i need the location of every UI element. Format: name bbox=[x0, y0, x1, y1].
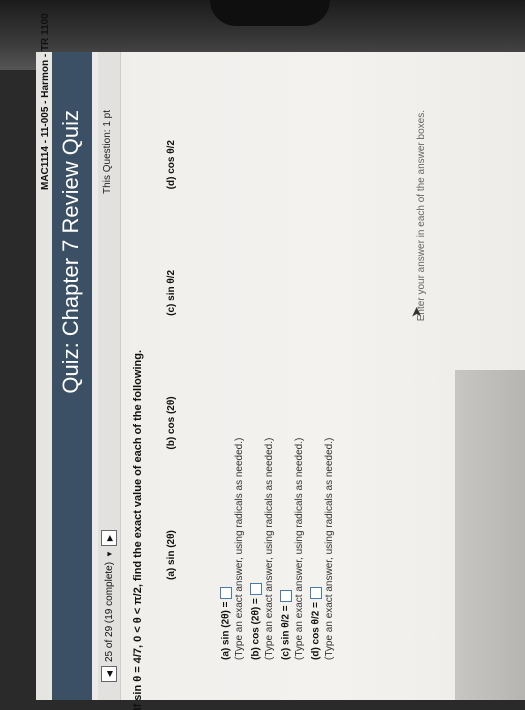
answer-b-row: (b) cos (2θ) = bbox=[250, 583, 262, 660]
answer-d-hint: (Type an exact answer, using radicals as… bbox=[324, 437, 335, 660]
answer-c-input[interactable] bbox=[280, 590, 292, 603]
answer-b-hint: (Type an exact answer, using radicals as… bbox=[264, 437, 275, 660]
question-points: This Question: 1 pt bbox=[102, 110, 113, 194]
quiz-page: MAC1114 - 11-005 - Harmon - TR 1100 Quiz… bbox=[36, 13, 525, 710]
answer-b-input[interactable] bbox=[250, 583, 262, 596]
answer-c-hint: (Type an exact answer, using radicals as… bbox=[294, 437, 305, 660]
answer-b-label: (b) cos (2θ) = bbox=[250, 598, 262, 660]
answer-a-input[interactable] bbox=[220, 586, 232, 599]
answer-a-label: (a) sin (2θ) = bbox=[220, 601, 232, 660]
triangle-left-icon[interactable]: ◀ bbox=[101, 666, 117, 682]
answer-d-label: (d) cos θ/2 = bbox=[310, 602, 322, 660]
course-header: MAC1114 - 11-005 - Harmon - TR 1100 bbox=[36, 13, 51, 690]
question-text: If sin θ = 4/7, 0 < θ < π/2, find the ex… bbox=[132, 350, 144, 710]
answer-d-input[interactable] bbox=[310, 587, 322, 600]
question-bar: This Question: 1 pt ◀ 25 of 29 (19 compl… bbox=[98, 52, 121, 700]
keyboard-edge bbox=[210, 0, 330, 26]
part-a-label: (a) sin (2θ) bbox=[166, 530, 177, 580]
question-parts: (a) sin (2θ) (b) cos (2θ) (c) sin θ/2 (d… bbox=[166, 140, 186, 580]
question-navigation: ◀ 25 of 29 (19 complete) ▼ ▶ bbox=[101, 530, 117, 682]
progress-indicator[interactable]: 25 of 29 (19 complete) bbox=[104, 562, 115, 662]
answer-c-row: (c) sin θ/2 = bbox=[280, 590, 292, 660]
part-b-label: (b) cos (2θ) bbox=[166, 396, 177, 450]
answer-a-hint: (Type an exact answer, using radicals as… bbox=[234, 437, 245, 660]
answer-d-row: (d) cos θ/2 = bbox=[310, 587, 322, 660]
quiz-title-bar: Quiz: Chapter 7 Review Quiz bbox=[52, 52, 92, 700]
course-title: MAC1114 - 11-005 - Harmon - TR 1100 bbox=[40, 13, 51, 190]
quiz-title: Quiz: Chapter 7 Review Quiz bbox=[58, 110, 83, 394]
answer-c-label: (c) sin θ/2 = bbox=[280, 605, 292, 660]
footer-instruction: Enter your answer in each of the answer … bbox=[416, 110, 427, 322]
part-c-label: (c) sin θ/2 bbox=[166, 269, 177, 316]
answer-a-row: (a) sin (2θ) = bbox=[220, 586, 232, 660]
pointer-icon: ➤ bbox=[408, 306, 424, 318]
part-d-label: (d) cos θ/2 bbox=[166, 140, 177, 190]
caret-down-icon[interactable]: ▼ bbox=[105, 550, 114, 558]
triangle-right-icon[interactable]: ▶ bbox=[101, 530, 117, 547]
